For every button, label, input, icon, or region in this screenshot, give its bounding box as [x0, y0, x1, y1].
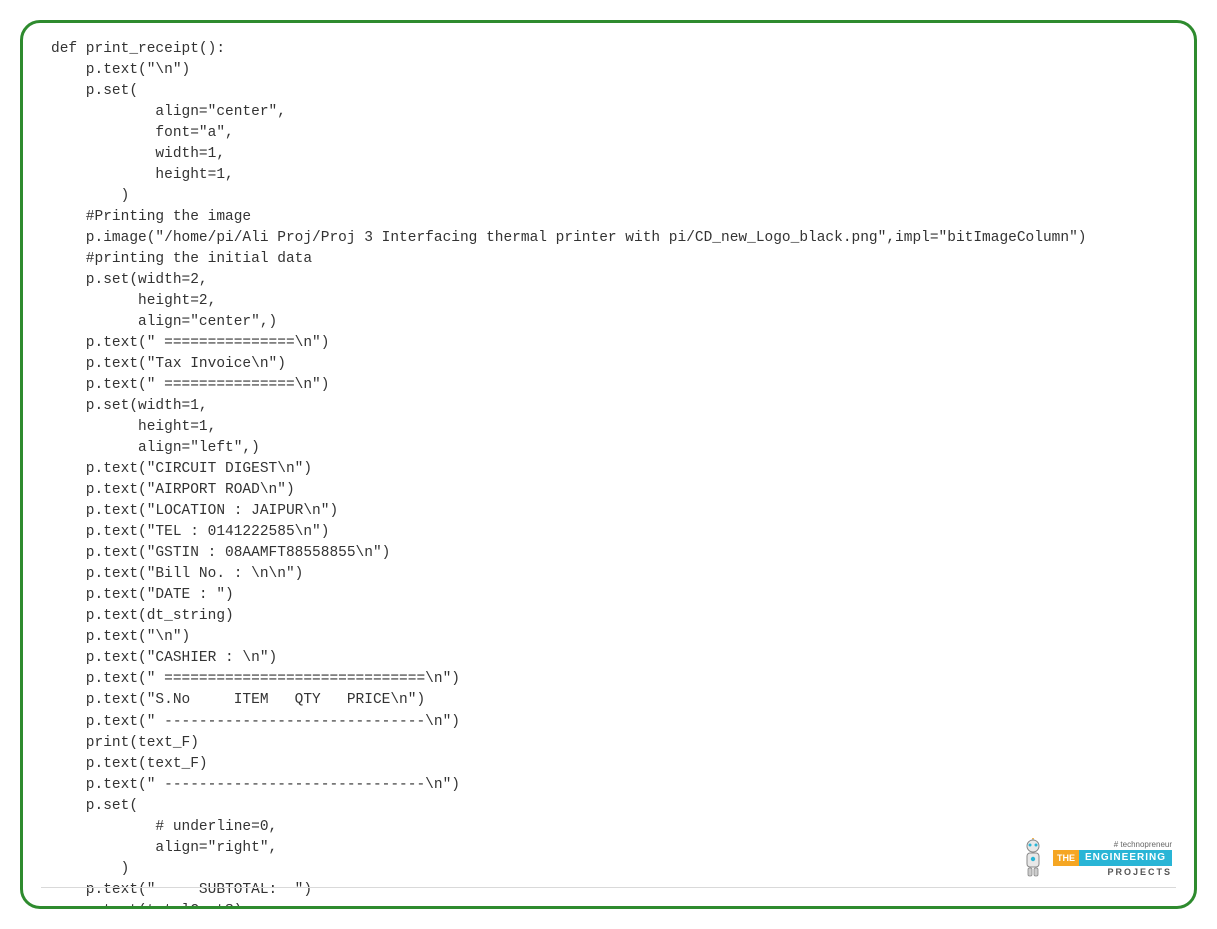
code-block: def print_receipt(): p.text("\n") p.set(…	[23, 23, 1194, 909]
watermark-hashtag: # technopreneur	[1114, 840, 1172, 849]
watermark-projects: PROJECTS	[1107, 867, 1172, 877]
robot-icon	[1019, 838, 1047, 878]
watermark-the: THE	[1053, 850, 1079, 866]
watermark-title: THE ENGINEERING	[1053, 850, 1172, 866]
watermark: # technopreneur THE ENGINEERING PROJECTS	[1019, 838, 1172, 878]
watermark-engineering: ENGINEERING	[1079, 850, 1172, 866]
watermark-text: # technopreneur THE ENGINEERING PROJECTS	[1053, 840, 1172, 877]
bottom-rule	[41, 887, 1176, 888]
code-frame: def print_receipt(): p.text("\n") p.set(…	[20, 20, 1197, 909]
